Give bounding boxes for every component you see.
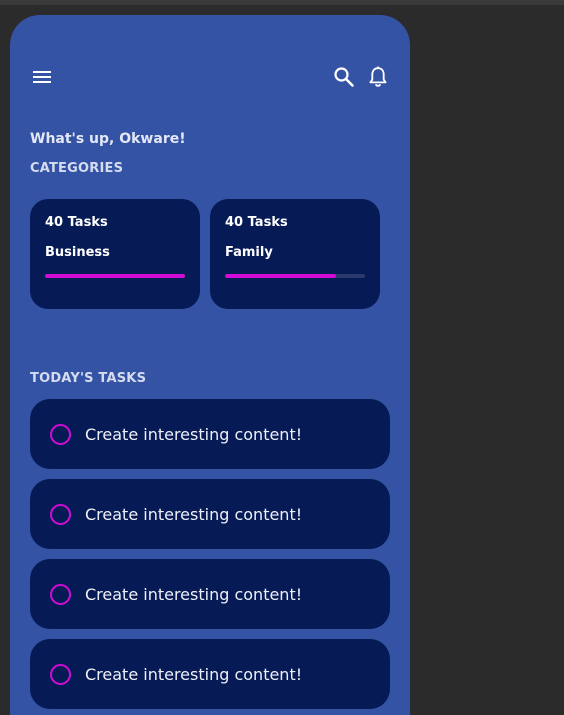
task-checkbox[interactable] — [50, 504, 71, 525]
task-item[interactable]: Create interesting content! — [30, 559, 390, 629]
task-item[interactable]: Create interesting content! — [30, 479, 390, 549]
category-task-count: 40 Tasks — [45, 215, 108, 230]
bell-icon — [369, 66, 387, 87]
category-name: Business — [45, 245, 110, 260]
menu-icon — [33, 71, 51, 83]
task-text: Create interesting content! — [85, 665, 303, 684]
search-icon — [334, 67, 354, 87]
window-top-border — [0, 0, 564, 5]
app-bar — [10, 15, 410, 135]
task-checkbox[interactable] — [50, 664, 71, 685]
task-text: Create interesting content! — [85, 505, 303, 524]
category-progress-track — [225, 274, 365, 278]
categories-heading: CATEGORIES — [30, 161, 124, 176]
menu-button[interactable] — [28, 63, 56, 91]
category-progress-track — [45, 274, 185, 278]
greeting-text: What's up, Okware! — [30, 131, 186, 147]
task-text: Create interesting content! — [85, 585, 303, 604]
category-task-count: 40 Tasks — [225, 215, 288, 230]
task-text: Create interesting content! — [85, 425, 303, 444]
task-checkbox[interactable] — [50, 584, 71, 605]
task-checkbox[interactable] — [50, 424, 71, 445]
category-card-business[interactable]: 40 Tasks Business — [30, 199, 200, 309]
notifications-button[interactable] — [364, 63, 392, 91]
category-name: Family — [225, 245, 273, 260]
category-progress-fill — [45, 274, 185, 278]
category-progress-fill — [225, 274, 336, 278]
app-screen: What's up, Okware! CATEGORIES 40 Tasks B… — [10, 15, 410, 715]
category-card-family[interactable]: 40 Tasks Family — [210, 199, 380, 309]
task-item[interactable]: Create interesting content! — [30, 399, 390, 469]
search-button[interactable] — [330, 63, 358, 91]
todays-tasks-heading: TODAY'S TASKS — [30, 371, 147, 386]
